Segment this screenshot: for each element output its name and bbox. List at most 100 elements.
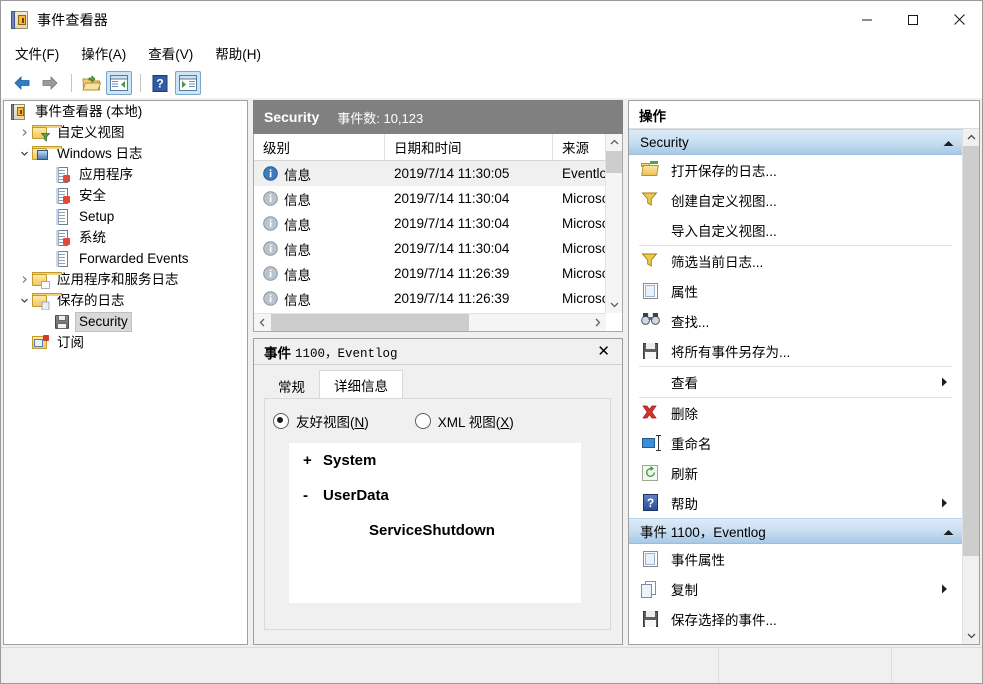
cell-date-time: 2019/7/14 11:26:39 [394, 291, 510, 306]
collapse-caret-icon[interactable] [943, 524, 954, 539]
scrollbar-thumb[interactable] [606, 151, 622, 173]
scroll-down-button[interactable] [606, 296, 622, 313]
forward-button[interactable] [37, 71, 63, 95]
chevron-down-icon[interactable] [16, 146, 32, 162]
action-import-custom-view[interactable]: 导入自定义视图... [629, 215, 962, 245]
action-copy[interactable]: 复制 [629, 574, 962, 604]
radio-xml-view[interactable]: XML 视图(X) [414, 411, 514, 431]
show-hide-console-tree-button[interactable] [106, 71, 132, 95]
maximize-button[interactable] [890, 1, 936, 38]
help-button[interactable]: ? [147, 71, 173, 95]
action-label: 打开保存的日志... [671, 164, 777, 179]
tab-details[interactable]: 详细信息 [319, 370, 403, 399]
column-header-date-time[interactable]: 日期和时间 [385, 134, 553, 160]
action-help[interactable]: ? 帮助 [629, 488, 962, 518]
menu-view[interactable]: 查看(V) [148, 43, 193, 63]
chevron-down-icon[interactable] [16, 293, 32, 309]
minimize-button[interactable] [844, 1, 890, 38]
action-create-custom-view[interactable]: 创建自定义视图... [629, 185, 962, 215]
action-group-security-header[interactable]: Security [629, 129, 962, 155]
action-view[interactable]: 查看 [629, 367, 962, 397]
table-row[interactable]: 信息 2019/7/14 11:26:39 Microsoft Windows … [254, 261, 606, 286]
scroll-up-button[interactable] [606, 134, 622, 151]
show-hide-action-pane-icon [179, 75, 197, 91]
table-row[interactable]: 信息 2019/7/14 11:30:04 Microsoft Windows … [254, 236, 606, 261]
action-save-selected-events[interactable]: 保存选择的事件... [629, 604, 962, 634]
show-hide-action-pane-button[interactable] [175, 71, 201, 95]
information-icon [263, 266, 278, 281]
close-button[interactable] [936, 1, 982, 38]
tree-item-subscriptions[interactable]: 订阅 [4, 332, 247, 353]
menu-file[interactable]: 文件(F) [15, 43, 59, 63]
open-saved-log-button[interactable] [78, 71, 104, 95]
console-tree-pane[interactable]: 事件查看器 (本地) 自定义视图 Windows 日志 应用程序 安全 Setu… [3, 100, 248, 645]
xml-node-userdata[interactable]: - UserData [289, 478, 581, 513]
scrollbar-thumb[interactable] [271, 314, 469, 331]
action-properties[interactable]: 属性 [629, 276, 962, 306]
action-delete[interactable]: 删除 [629, 398, 962, 428]
table-row[interactable]: 信息 2019/7/14 11:30:04 Microsoft Windows … [254, 211, 606, 236]
action-rename[interactable]: 重命名 [629, 428, 962, 458]
tab-general[interactable]: 常规 [264, 372, 319, 399]
back-icon [14, 76, 30, 90]
scroll-up-button[interactable] [963, 129, 979, 146]
action-save-all-events-as[interactable]: 将所有事件另存为... [629, 336, 962, 366]
action-label: 查找... [671, 315, 710, 330]
log-name: Security [264, 109, 320, 125]
collapse-minus-icon[interactable]: - [303, 487, 323, 504]
action-label: 复制 [671, 583, 698, 598]
actions-vertical-scrollbar[interactable] [962, 129, 979, 644]
tree-item-security-log[interactable]: 安全 [4, 185, 247, 206]
action-refresh[interactable]: 刷新 [629, 458, 962, 488]
expand-plus-icon[interactable]: + [303, 452, 323, 469]
menu-help[interactable]: 帮助(H) [215, 43, 261, 63]
chevron-right-icon[interactable] [16, 272, 32, 288]
tree-item-saved-logs[interactable]: 保存的日志 [4, 290, 247, 311]
xml-node-system[interactable]: + System [289, 443, 581, 478]
action-find[interactable]: 查找... [629, 306, 962, 336]
action-filter-current-log[interactable]: 筛选当前日志... [629, 246, 962, 276]
help-icon: ? [641, 494, 661, 512]
scrollbar-thumb[interactable] [963, 146, 979, 556]
tree-item-label: 应用程序 [79, 166, 133, 182]
tree-item-forwarded-events[interactable]: Forwarded Events [4, 248, 247, 269]
title-bar: 事件查看器 [1, 1, 982, 38]
tree-item-setup[interactable]: Setup [4, 206, 247, 227]
friendly-view-content[interactable]: + System - UserData ServiceShutdown [289, 443, 581, 603]
menu-action[interactable]: 操作(A) [81, 43, 126, 63]
action-event-properties[interactable]: 事件属性 [629, 544, 962, 574]
tree-item-system[interactable]: 系统 [4, 227, 247, 248]
scroll-right-button[interactable] [589, 314, 606, 331]
event-list-horizontal-scrollbar[interactable] [254, 313, 606, 331]
tree-item-app-services-logs[interactable]: 应用程序和服务日志 [4, 269, 247, 290]
action-open-saved-log[interactable]: 打开保存的日志... [629, 155, 962, 185]
radio-friendly-view[interactable]: 友好视图(N) [273, 411, 369, 431]
back-button[interactable] [9, 71, 35, 95]
tree-item-custom-views[interactable]: 自定义视图 [4, 122, 247, 143]
radio-indicator[interactable] [414, 413, 431, 429]
chevron-right-icon[interactable] [16, 125, 32, 141]
tree-item-windows-logs[interactable]: Windows 日志 [4, 143, 247, 164]
open-saved-log-icon [81, 74, 101, 90]
table-row[interactable]: 信息 2019/7/14 11:26:39 Microsoft Windows … [254, 286, 606, 311]
close-icon[interactable]: ✕ [593, 342, 614, 361]
scroll-left-button[interactable] [254, 314, 271, 331]
table-row[interactable]: 信息 2019/7/14 11:30:05 Eventlog [254, 161, 606, 186]
xml-leaf-label: ServiceShutdown [369, 522, 495, 539]
cell-date-time: 2019/7/14 11:26:39 [394, 266, 510, 281]
actions-list: Security 打开保存的日志... 创建自定义视图... 导入自定义视图..… [629, 129, 962, 644]
event-list[interactable]: 级别 日期和时间 来源 信息 2019/7/14 11:30:05 Eventl… [253, 134, 623, 332]
column-header-source[interactable]: 来源 [553, 134, 606, 160]
scroll-down-button[interactable] [963, 627, 979, 644]
tree-item-application[interactable]: 应用程序 [4, 164, 247, 185]
tree-item-security-saved[interactable]: Security [4, 311, 247, 332]
column-header-level[interactable]: 级别 [254, 134, 385, 160]
cell-source: Microsoft Windows security auditing. [562, 291, 606, 306]
collapse-caret-icon[interactable] [943, 135, 954, 150]
refresh-icon [641, 464, 661, 482]
tree-item-event-viewer[interactable]: 事件查看器 (本地) [4, 101, 247, 122]
radio-indicator-selected[interactable] [273, 413, 289, 429]
table-row[interactable]: 信息 2019/7/14 11:30:04 Microsoft Windows … [254, 186, 606, 211]
event-list-vertical-scrollbar[interactable] [605, 134, 622, 313]
action-group-event-header[interactable]: 事件 1100，Eventlog [629, 518, 962, 544]
